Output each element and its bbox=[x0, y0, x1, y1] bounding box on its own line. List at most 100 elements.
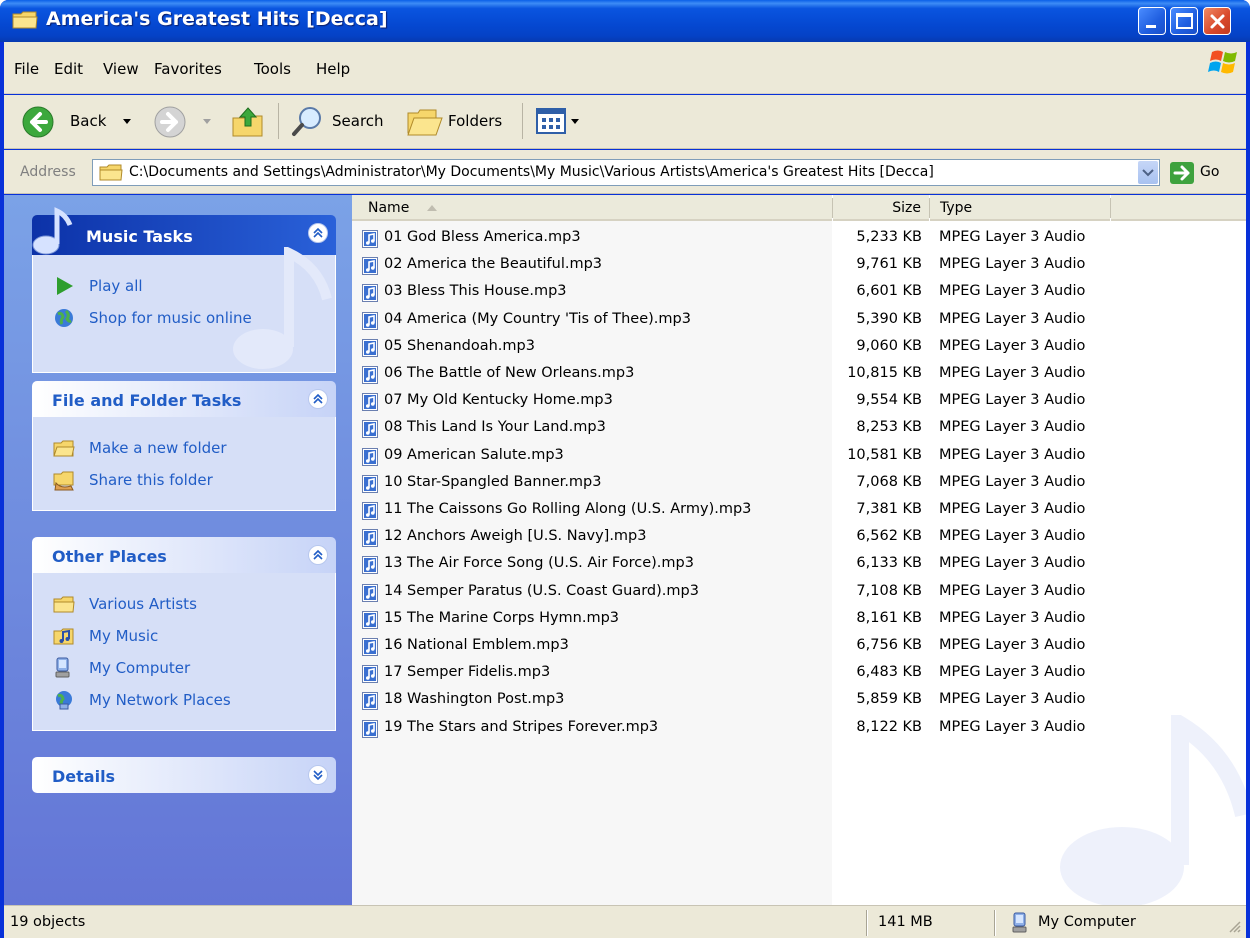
chevron-down-icon bbox=[313, 770, 323, 781]
music-tasks-panel: Music Tasks Play all Shop for music onli… bbox=[32, 207, 336, 373]
up-folder-icon[interactable] bbox=[230, 104, 266, 140]
new-folder-icon bbox=[53, 440, 75, 457]
audio-file-icon bbox=[362, 665, 378, 684]
address-dropdown-button[interactable] bbox=[1138, 161, 1158, 184]
search-button[interactable]: Search bbox=[332, 112, 384, 130]
file-row[interactable]: 08 This Land Is Your Land.mp3 8,253 KB MPE… bbox=[352, 415, 1246, 442]
file-size: 7,381 KB bbox=[856, 501, 922, 517]
file-name: 18 Washington Post.mp3 bbox=[384, 691, 565, 708]
file-name: 12 Anchors Aweigh [U.S. Navy].mp3 bbox=[384, 528, 647, 545]
file-row[interactable]: 18 Washington Post.mp3 5,859 KB MPEG Layer… bbox=[352, 687, 1246, 714]
file-type: MPEG Layer 3 Audio bbox=[939, 501, 1086, 517]
go-button[interactable]: Go bbox=[1200, 164, 1219, 180]
file-row[interactable]: 05 Shenandoah.mp3 9,060 KB MPEG Layer 3 Au… bbox=[352, 334, 1246, 361]
file-row[interactable]: 10 Star-Spangled Banner.mp3 7,068 KB MPEG … bbox=[352, 470, 1246, 497]
collapse-button[interactable] bbox=[308, 545, 328, 565]
collapse-button[interactable] bbox=[308, 223, 328, 243]
file-row[interactable]: 09 American Salute.mp3 10,581 KB MPEG Laye… bbox=[352, 443, 1246, 470]
address-bar: Address C:\Documents and Settings\Admini… bbox=[4, 150, 1246, 194]
back-arrow-icon[interactable] bbox=[22, 106, 54, 138]
menu-view[interactable]: View bbox=[103, 60, 139, 78]
file-name: 17 Semper Fidelis.mp3 bbox=[384, 664, 551, 681]
menu-help[interactable]: Help bbox=[316, 60, 350, 78]
details-header[interactable]: Details bbox=[32, 757, 336, 793]
audio-file-icon bbox=[362, 502, 378, 520]
file-folder-tasks-title: File and Folder Tasks bbox=[52, 391, 242, 410]
audio-file-icon bbox=[362, 284, 378, 303]
file-folder-tasks-header[interactable]: File and Folder Tasks bbox=[32, 381, 336, 417]
file-row[interactable]: 02 America the Beautiful.mp3 9,761 KB MPEG… bbox=[352, 252, 1246, 279]
forward-arrow-icon[interactable] bbox=[154, 106, 186, 138]
file-row[interactable]: 13 The Air Force Song (U.S. Air Force).m… bbox=[352, 551, 1246, 578]
file-row[interactable]: 07 My Old Kentucky Home.mp3 9,554 KB MPEG … bbox=[352, 388, 1246, 415]
file-size: 8,161 KB bbox=[856, 609, 922, 626]
back-dropdown-icon[interactable] bbox=[122, 118, 132, 126]
file-row[interactable]: 15 The Marine Corps Hymn.mp3 8,161 KB MPEG… bbox=[352, 606, 1246, 633]
search-icon[interactable] bbox=[290, 104, 326, 140]
chevron-down-icon bbox=[1142, 169, 1154, 177]
file-name: 06 The Battle of New Orleans.mp3 bbox=[384, 365, 635, 381]
audio-file-icon bbox=[362, 556, 378, 575]
folders-button[interactable]: Folders bbox=[448, 112, 502, 130]
folders-icon[interactable] bbox=[406, 105, 444, 139]
file-row[interactable]: 19 The Stars and Stripes Forever.mp3 8,12… bbox=[352, 715, 1246, 742]
resize-grip-icon[interactable] bbox=[1228, 920, 1242, 934]
audio-file-icon bbox=[362, 257, 378, 276]
collapse-button[interactable] bbox=[308, 389, 328, 409]
file-row[interactable]: 11 The Caissons Go Rolling Along (U.S. A… bbox=[352, 497, 1246, 524]
column-header-empty bbox=[1111, 195, 1246, 221]
file-row[interactable]: 14 Semper Paratus (U.S. Coast Guard).mp3… bbox=[352, 579, 1246, 606]
folder-icon bbox=[53, 596, 75, 613]
file-row[interactable]: 17 Semper Fidelis.mp3 6,483 KB MPEG Layer … bbox=[352, 660, 1246, 687]
other-places-header[interactable]: Other Places bbox=[32, 537, 336, 573]
status-total-size: 141 MB bbox=[878, 914, 933, 930]
window-title: America's Greatest Hits [Decca] bbox=[46, 8, 388, 30]
close-button[interactable] bbox=[1203, 7, 1231, 35]
file-row[interactable]: 06 The Battle of New Orleans.mp3 10,815 K… bbox=[352, 361, 1246, 388]
file-list: Name Size Type 01 God Bless America.mp3 5… bbox=[352, 195, 1246, 905]
file-row[interactable]: 04 America (My Country 'Tis of Thee).mp3… bbox=[352, 307, 1246, 334]
file-type: MPEG Layer 3 Audio bbox=[939, 609, 1086, 626]
address-input[interactable]: C:\Documents and Settings\Administrator\… bbox=[92, 159, 1160, 186]
file-type: MPEG Layer 3 Audio bbox=[939, 691, 1086, 708]
audio-file-icon bbox=[362, 393, 378, 412]
file-name: 01 God Bless America.mp3 bbox=[384, 229, 581, 245]
minimize-button[interactable] bbox=[1138, 7, 1166, 35]
maximize-button[interactable] bbox=[1170, 7, 1198, 35]
file-type: MPEG Layer 3 Audio bbox=[939, 365, 1086, 381]
column-header-type[interactable]: Type bbox=[930, 195, 1110, 221]
music-tasks-body: Play all Shop for music online bbox=[32, 247, 336, 373]
file-name: 08 This Land Is Your Land.mp3 bbox=[384, 419, 606, 436]
other-places-body: Various Artists My Music My Computer My … bbox=[32, 573, 336, 731]
play-icon bbox=[57, 277, 73, 295]
audio-file-icon bbox=[362, 366, 378, 384]
menu-edit[interactable]: Edit bbox=[54, 60, 83, 78]
file-row[interactable]: 16 National Emblem.mp3 6,756 KB MPEG Layer… bbox=[352, 633, 1246, 660]
chevron-up-icon bbox=[313, 227, 323, 238]
file-name: 07 My Old Kentucky Home.mp3 bbox=[384, 392, 613, 409]
file-type: MPEG Layer 3 Audio bbox=[939, 229, 1086, 245]
audio-file-icon bbox=[362, 311, 378, 330]
views-icon[interactable] bbox=[536, 108, 568, 136]
menu-favorites[interactable]: Favorites bbox=[154, 60, 222, 78]
menu-tools[interactable]: Tools bbox=[254, 60, 291, 78]
other-places-title: Other Places bbox=[52, 547, 167, 566]
views-dropdown-icon[interactable] bbox=[570, 118, 580, 126]
column-header-size[interactable]: Size bbox=[833, 195, 929, 221]
go-arrow-icon[interactable] bbox=[1170, 162, 1194, 184]
file-row[interactable]: 03 Bless This House.mp3 6,601 KB MPEG Laye… bbox=[352, 279, 1246, 306]
file-row[interactable]: 12 Anchors Aweigh [U.S. Navy].mp3 6,562 K… bbox=[352, 524, 1246, 551]
file-size: 5,859 KB bbox=[856, 691, 922, 708]
file-type: MPEG Layer 3 Audio bbox=[939, 446, 1086, 463]
file-name: 03 Bless This House.mp3 bbox=[384, 283, 567, 300]
file-row[interactable]: 01 God Bless America.mp3 5,233 KB MPEG Lay… bbox=[352, 225, 1246, 252]
computer-icon bbox=[1012, 912, 1027, 933]
title-bar[interactable]: America's Greatest Hits [Decca] bbox=[0, 0, 1250, 42]
forward-dropdown-icon[interactable] bbox=[202, 118, 212, 126]
expand-button[interactable] bbox=[308, 765, 328, 785]
file-name: 19 The Stars and Stripes Forever.mp3 bbox=[384, 718, 659, 735]
back-button[interactable]: Back bbox=[70, 112, 106, 130]
column-header-name[interactable]: Name bbox=[352, 195, 832, 221]
file-size: 7,108 KB bbox=[856, 582, 922, 599]
menu-file[interactable]: File bbox=[14, 60, 39, 78]
